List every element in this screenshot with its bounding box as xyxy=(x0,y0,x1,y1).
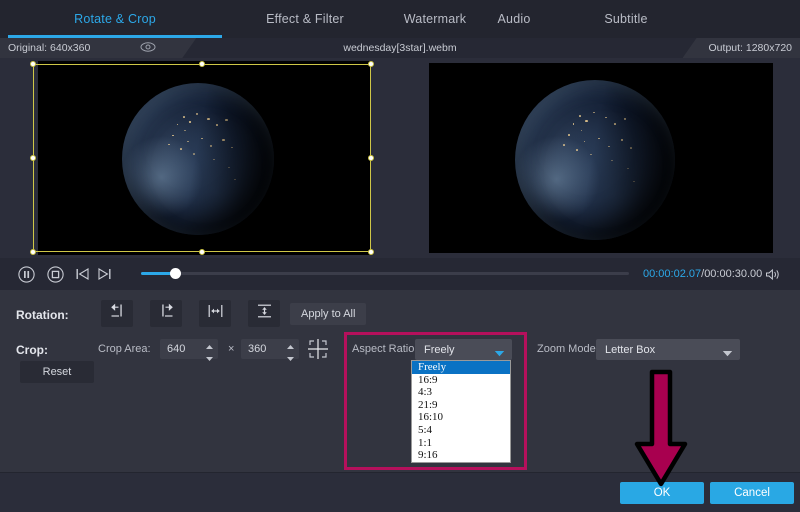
dropdown-option-9-16[interactable]: 9:16 xyxy=(412,449,510,462)
output-preview-pane[interactable] xyxy=(402,58,800,258)
current-time: 00:00:02.07 xyxy=(643,268,701,280)
tab-subtitle[interactable]: Subtitle xyxy=(580,0,672,38)
apply-to-all-button[interactable]: Apply to All xyxy=(290,303,366,325)
tab-label: Audio xyxy=(498,12,531,26)
crop-width-input[interactable]: 640 xyxy=(160,339,218,359)
timecode-display: 00:00:02.07/00:00:30.00 xyxy=(643,268,762,280)
globe-atmosphere xyxy=(515,80,675,240)
preview-area xyxy=(0,58,800,258)
info-strip: wednesday[3star].webm Original: 640x360 … xyxy=(0,38,800,58)
crop-width-stepper[interactable] xyxy=(205,341,214,357)
video-editor-window: Rotate & Crop Effect & Filter Watermark … xyxy=(0,0,800,512)
stepper-down-icon[interactable] xyxy=(286,353,295,365)
next-frame-icon[interactable] xyxy=(97,267,112,281)
dropdown-option-4-3[interactable]: 4:3 xyxy=(412,386,510,399)
dropdown-option-21-9[interactable]: 21:9 xyxy=(412,399,510,412)
crop-handle-middle-right[interactable] xyxy=(368,155,374,161)
flip-horizontal-icon xyxy=(207,303,224,324)
dropdown-option-16-10[interactable]: 16:10 xyxy=(412,411,510,424)
rotation-label: Rotation: xyxy=(16,308,69,322)
source-video-frame xyxy=(38,61,370,255)
flip-horizontal-button[interactable] xyxy=(199,300,231,327)
crop-center-icon[interactable] xyxy=(307,338,329,365)
dropdown-option-16-9[interactable]: 16:9 xyxy=(412,374,510,387)
stepper-up-icon[interactable] xyxy=(205,341,214,353)
aspect-ratio-label: Aspect Ratio: xyxy=(352,343,417,355)
aspect-ratio-value: Freely xyxy=(424,344,455,356)
dropdown-option-1-1[interactable]: 1:1 xyxy=(412,437,510,450)
tab-label: Watermark xyxy=(404,12,466,26)
rotate-right-icon xyxy=(158,303,175,324)
volume-icon[interactable] xyxy=(765,268,782,281)
tab-audio[interactable]: Audio xyxy=(472,0,556,38)
stepper-down-icon[interactable] xyxy=(205,353,214,365)
tab-label: Effect & Filter xyxy=(266,12,344,26)
cancel-label: Cancel xyxy=(734,487,770,499)
chevron-down-icon xyxy=(722,348,733,360)
crop-handle-top-right[interactable] xyxy=(368,61,374,67)
zoom-mode-value: Letter Box xyxy=(605,344,655,356)
down-arrow-annotation xyxy=(630,368,692,495)
globe-image xyxy=(515,80,675,240)
eye-icon[interactable] xyxy=(140,42,156,55)
seek-handle[interactable] xyxy=(170,268,181,279)
tab-bar: Rotate & Crop Effect & Filter Watermark … xyxy=(0,0,800,38)
crop-height-input[interactable]: 360 xyxy=(241,339,299,359)
output-resolution-label: Output: 1280x720 xyxy=(709,42,792,54)
globe-atmosphere xyxy=(122,83,274,235)
zoom-mode-label: Zoom Mode: xyxy=(537,343,599,355)
source-preview-pane[interactable] xyxy=(0,58,398,258)
rotate-left-button[interactable] xyxy=(101,300,133,327)
output-info-chip: Output: 1280x720 xyxy=(683,38,800,58)
chevron-down-icon xyxy=(494,348,505,360)
dropdown-option-freely[interactable]: Freely xyxy=(412,361,510,374)
seek-bar[interactable] xyxy=(141,272,629,275)
reset-button[interactable]: Reset xyxy=(20,361,94,383)
rotate-left-icon xyxy=(109,303,126,324)
pause-icon[interactable] xyxy=(18,266,35,283)
dropdown-option-5-4[interactable]: 5:4 xyxy=(412,424,510,437)
flip-vertical-button[interactable] xyxy=(248,300,280,327)
tab-label: Subtitle xyxy=(604,12,647,26)
crop-multiply-symbol: × xyxy=(228,343,234,355)
output-video-frame xyxy=(429,63,773,253)
rotate-right-button[interactable] xyxy=(150,300,182,327)
crop-height-value: 360 xyxy=(248,343,266,355)
crop-handle-bottom-right[interactable] xyxy=(368,249,374,255)
flip-vertical-icon xyxy=(256,303,273,324)
crop-handle-top-center[interactable] xyxy=(199,61,205,67)
playback-bar: 00:00:02.07/00:00:30.00 xyxy=(0,258,800,290)
crop-area-label: Crop Area: xyxy=(98,343,151,355)
tab-label: Rotate & Crop xyxy=(74,12,156,26)
tab-effect-and-filter[interactable]: Effect & Filter xyxy=(230,0,380,38)
zoom-mode-select[interactable]: Letter Box xyxy=(596,339,740,360)
original-info-chip: Original: 640x360 xyxy=(0,38,196,58)
tab-rotate-and-crop[interactable]: Rotate & Crop xyxy=(0,0,230,38)
stepper-up-icon[interactable] xyxy=(286,341,295,353)
crop-label: Crop: xyxy=(16,343,48,357)
stop-icon[interactable] xyxy=(47,266,64,283)
apply-to-all-label: Apply to All xyxy=(301,308,355,320)
globe-image xyxy=(122,83,274,235)
previous-frame-icon[interactable] xyxy=(75,267,90,281)
crop-handle-top-left[interactable] xyxy=(30,61,36,67)
cancel-button[interactable]: Cancel xyxy=(710,482,794,504)
crop-handle-middle-left[interactable] xyxy=(30,155,36,161)
crop-height-stepper[interactable] xyxy=(286,341,295,357)
total-time: 00:00:30.00 xyxy=(704,268,762,280)
reset-label: Reset xyxy=(43,366,72,378)
crop-width-value: 640 xyxy=(167,343,185,355)
aspect-ratio-dropdown-list[interactable]: Freely 16:9 4:3 21:9 16:10 5:4 1:1 9:16 xyxy=(411,360,511,463)
aspect-ratio-select[interactable]: Freely xyxy=(415,339,512,360)
crop-handle-bottom-center[interactable] xyxy=(199,249,205,255)
crop-handle-bottom-left[interactable] xyxy=(30,249,36,255)
original-resolution-label: Original: 640x360 xyxy=(8,42,90,54)
